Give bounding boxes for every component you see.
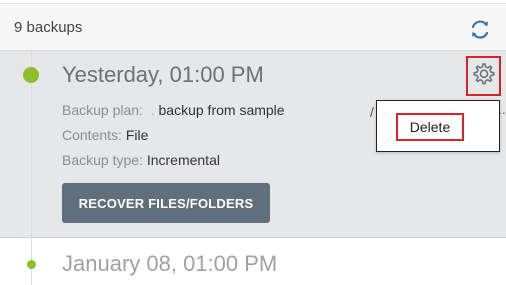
timeline-dot xyxy=(27,260,36,269)
backup-plan-label: Backup plan: xyxy=(62,102,143,118)
gear-icon xyxy=(471,61,497,92)
contents-field: Contents: File xyxy=(62,127,148,143)
delete-menu-item[interactable]: Delete xyxy=(396,113,464,141)
refresh-icon[interactable] xyxy=(469,18,491,40)
backup-plan-value: backup from sample xyxy=(158,102,285,118)
backup-count: 9 backups xyxy=(14,19,83,36)
backup-title: Yesterday, 01:00 PM xyxy=(62,62,264,87)
contents-value: File xyxy=(125,127,149,143)
backup-title-next[interactable]: January 08, 01:00 PM xyxy=(62,251,277,277)
truncated-text: / xyxy=(370,104,374,120)
backup-type-value: Incremental xyxy=(146,152,220,168)
field-separator: . xyxy=(146,102,155,118)
backup-type-label: Backup type: xyxy=(62,152,143,168)
timeline-dot-selected xyxy=(23,67,39,83)
backups-header: 9 backups xyxy=(0,3,506,51)
backup-plan-field: Backup plan: . backup from sample xyxy=(62,102,285,118)
recover-files-button[interactable]: RECOVER FILES/FOLDERS xyxy=(62,183,270,223)
settings-button[interactable] xyxy=(466,56,501,96)
contents-label: Contents: xyxy=(62,127,122,143)
context-menu: Delete xyxy=(376,100,500,152)
backup-type-field: Backup type: Incremental xyxy=(62,152,220,168)
timeline-line xyxy=(31,51,32,285)
